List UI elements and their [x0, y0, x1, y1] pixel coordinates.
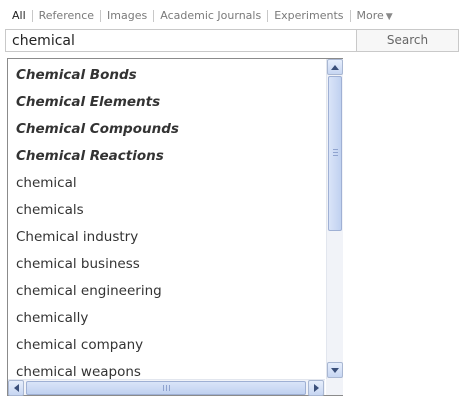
arrow-up-icon[interactable] — [327, 59, 343, 75]
suggestion-item[interactable]: Chemical industry — [16, 229, 138, 245]
tab-reference[interactable]: Reference — [33, 9, 100, 23]
grip-icon — [163, 385, 171, 391]
more-label: More — [356, 8, 384, 22]
horizontal-scroll-thumb[interactable] — [26, 381, 306, 395]
search-button[interactable]: Search — [356, 29, 459, 52]
arrow-right-icon[interactable] — [308, 380, 324, 396]
more-menu-button[interactable]: More ▼ — [351, 9, 399, 24]
tab-all[interactable]: All — [6, 9, 32, 23]
vertical-scrollbar[interactable] — [326, 59, 343, 379]
vertical-scroll-thumb[interactable] — [328, 76, 342, 231]
tab-images[interactable]: Images — [101, 9, 153, 23]
suggestion-item[interactable]: Chemical Elements — [16, 94, 160, 110]
suggestion-item[interactable]: chemical — [16, 175, 77, 191]
arrow-down-icon[interactable] — [327, 362, 343, 378]
caret-down-icon: ▼ — [385, 11, 393, 22]
arrow-left-icon[interactable] — [8, 380, 24, 396]
suggestion-item[interactable]: chemical weapons — [16, 364, 141, 379]
tab-experiments[interactable]: Experiments — [268, 9, 349, 23]
search-input[interactable] — [5, 29, 356, 52]
suggestion-item[interactable]: chemical business — [16, 256, 140, 272]
suggestion-item[interactable]: chemicals — [16, 202, 84, 218]
suggestion-item[interactable]: chemical engineering — [16, 283, 162, 299]
suggestion-list: Chemical Bonds Chemical Elements Chemica… — [8, 59, 325, 379]
autocomplete-dropdown: Chemical Bonds Chemical Elements Chemica… — [7, 58, 343, 396]
suggestion-item[interactable]: chemically — [16, 310, 88, 326]
horizontal-scrollbar[interactable] — [8, 379, 325, 396]
tab-academic-journals[interactable]: Academic Journals — [154, 9, 267, 23]
grip-icon — [333, 149, 338, 157]
suggestion-item[interactable]: Chemical Reactions — [16, 148, 164, 164]
scrollbar-corner — [326, 379, 343, 395]
search-bar: Search — [5, 29, 459, 54]
search-category-tabs: All Reference Images Academic Journals E… — [6, 6, 399, 26]
suggestion-item[interactable]: Chemical Compounds — [16, 121, 179, 137]
suggestion-item[interactable]: Chemical Bonds — [16, 67, 137, 83]
suggestion-item[interactable]: chemical company — [16, 337, 143, 353]
